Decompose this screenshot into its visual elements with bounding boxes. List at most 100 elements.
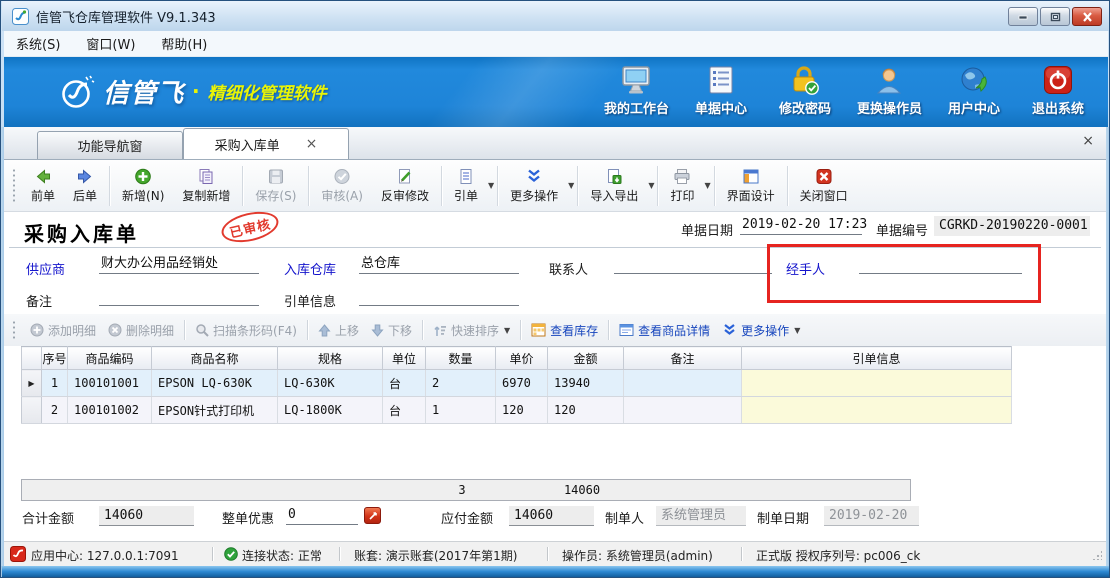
col-spec[interactable]: 规格: [278, 347, 383, 370]
move-up-button[interactable]: 上移: [312, 319, 365, 342]
workspace-button[interactable]: 我的工作台: [604, 65, 669, 117]
cell-name[interactable]: EPSON LQ-630K: [152, 370, 278, 397]
tab-strip: 功能导航窗 采购入库单 × ×: [4, 127, 1108, 160]
window-frame-bottom: [2, 566, 1110, 578]
tab-close-icon[interactable]: ×: [306, 136, 318, 152]
minimize-button[interactable]: [1008, 7, 1038, 26]
cell-spec[interactable]: LQ-1800K: [278, 397, 383, 424]
col-unit[interactable]: 单位: [383, 347, 426, 370]
col-code[interactable]: 商品编码: [68, 347, 152, 370]
cell-amount[interactable]: 120: [548, 397, 624, 424]
cell-price[interactable]: 6970: [496, 370, 548, 397]
save-button[interactable]: 保存(S): [246, 165, 305, 207]
toolbar-grip[interactable]: [12, 168, 16, 204]
more-actions-button[interactable]: 更多操作: [501, 165, 567, 207]
delete-row-button[interactable]: 删除明细: [102, 319, 180, 342]
cell-qty[interactable]: 2: [426, 370, 496, 397]
discount-label: 整单优惠: [222, 508, 274, 527]
col-ref[interactable]: 引单信息: [742, 347, 1012, 370]
grid-row-2[interactable]: 2 100101002 EPSON针式打印机 LQ-1800K 台 1 120 …: [22, 397, 1012, 424]
cell-code[interactable]: 100101001: [68, 370, 152, 397]
cell-qty[interactable]: 1: [426, 397, 496, 424]
cell-ref[interactable]: [742, 370, 1012, 397]
discount-edit-button[interactable]: [364, 507, 381, 524]
audit-button[interactable]: 审核(A): [312, 165, 372, 207]
grid-more-actions-button[interactable]: 更多操作 ▼: [716, 319, 806, 342]
move-down-button[interactable]: 下移: [365, 319, 418, 342]
row-selected-marker: ▶: [22, 370, 42, 397]
ref-info-field[interactable]: [359, 287, 519, 306]
copy-add-button[interactable]: 复制新增: [173, 165, 239, 207]
quick-sort-dropdown-icon[interactable]: ▼: [504, 326, 510, 335]
ref-dropdown-icon[interactable]: ▼: [488, 181, 494, 190]
close-button[interactable]: [1072, 7, 1102, 26]
view-detail-button[interactable]: 查看商品详情: [613, 319, 716, 342]
grid-row-1[interactable]: ▶ 1 100101001 EPSON LQ-630K LQ-630K 台 2 …: [22, 370, 1012, 397]
audit-label: 审核(A): [321, 187, 363, 204]
cell-spec[interactable]: LQ-630K: [278, 370, 383, 397]
print-button[interactable]: 打印: [661, 165, 703, 207]
grid-more-dropdown-icon[interactable]: ▼: [794, 326, 800, 335]
document-center-button[interactable]: 单据中心: [689, 65, 753, 117]
view-stock-button[interactable]: 查看库存: [525, 319, 604, 342]
change-password-button[interactable]: 修改密码: [773, 65, 837, 117]
tab-purchase-inbound[interactable]: 采购入库单 ×: [183, 128, 349, 159]
user-center-button[interactable]: 用户中心: [942, 65, 1006, 117]
unaudit-label: 反审修改: [381, 187, 429, 204]
cell-remark[interactable]: [624, 370, 742, 397]
cell-unit[interactable]: 台: [383, 370, 426, 397]
arrow-left-icon: [34, 168, 52, 185]
cell-amount[interactable]: 13940: [548, 370, 624, 397]
add-row-button[interactable]: 添加明细: [24, 319, 102, 342]
print-dropdown-icon[interactable]: ▼: [705, 181, 711, 190]
tabstrip-close-icon[interactable]: ×: [1082, 133, 1094, 149]
cell-price[interactable]: 120: [496, 397, 548, 424]
cell-name[interactable]: EPSON针式打印机: [152, 397, 278, 424]
main-toolbar: 前单 后单 新增(N) 复制新增 保存(S) 审核(A) 反审修改: [4, 160, 1108, 212]
total-amount-label: 合计金额: [22, 508, 74, 527]
exit-system-button[interactable]: 退出系统: [1026, 65, 1090, 117]
ref-doc-button[interactable]: 引单: [445, 165, 487, 207]
cell-no[interactable]: 1: [42, 370, 68, 397]
close-window-button[interactable]: 关闭窗口: [791, 165, 857, 207]
col-no[interactable]: 序号: [42, 347, 68, 370]
import-export-dropdown-icon[interactable]: ▼: [648, 181, 654, 190]
contact-field[interactable]: [614, 255, 772, 274]
switch-operator-button[interactable]: 更换操作员: [857, 65, 922, 117]
tab-nav-panel[interactable]: 功能导航窗: [37, 131, 183, 159]
remark-field[interactable]: [99, 287, 259, 306]
cell-no[interactable]: 2: [42, 397, 68, 424]
col-remark[interactable]: 备注: [624, 347, 742, 370]
cell-ref[interactable]: [742, 397, 1012, 424]
cell-unit[interactable]: 台: [383, 397, 426, 424]
menu-system[interactable]: 系统(S): [16, 34, 60, 53]
scan-barcode-button[interactable]: 扫描条形码(F4): [189, 319, 303, 342]
col-name[interactable]: 商品名称: [152, 347, 278, 370]
cell-remark[interactable]: [624, 397, 742, 424]
col-price[interactable]: 单价: [496, 347, 548, 370]
quick-sort-button[interactable]: 快速排序 ▼: [427, 319, 516, 342]
unaudit-button[interactable]: 反审修改: [372, 165, 438, 207]
menu-help[interactable]: 帮助(H): [161, 34, 207, 53]
menu-window[interactable]: 窗口(W): [86, 34, 135, 53]
document-list-icon: [706, 65, 736, 95]
prev-doc-button[interactable]: 前单: [22, 165, 64, 207]
resize-grip[interactable]: [1092, 550, 1102, 560]
status-separator: [741, 547, 742, 561]
next-doc-button[interactable]: 后单: [64, 165, 106, 207]
more-actions-dropdown-icon[interactable]: ▼: [568, 181, 574, 190]
maximize-button[interactable]: [1040, 7, 1070, 26]
discount-field[interactable]: 0: [286, 506, 358, 525]
cell-code[interactable]: 100101002: [68, 397, 152, 424]
grid-toolbar-grip[interactable]: [12, 320, 16, 340]
add-button[interactable]: 新增(N): [113, 165, 173, 207]
handler-field[interactable]: [859, 255, 1022, 274]
col-qty[interactable]: 数量: [426, 347, 496, 370]
import-export-button[interactable]: 导入导出: [581, 165, 647, 207]
warehouse-field[interactable]: 总仓库: [359, 255, 519, 274]
supplier-field[interactable]: 财大办公用品经销处: [99, 255, 259, 274]
create-date-field: 2019-02-20: [824, 506, 919, 526]
col-amount[interactable]: 金额: [548, 347, 624, 370]
ui-design-button[interactable]: 界面设计: [718, 165, 784, 207]
doc-date-field[interactable]: 2019-02-20 17:23: [740, 216, 862, 235]
